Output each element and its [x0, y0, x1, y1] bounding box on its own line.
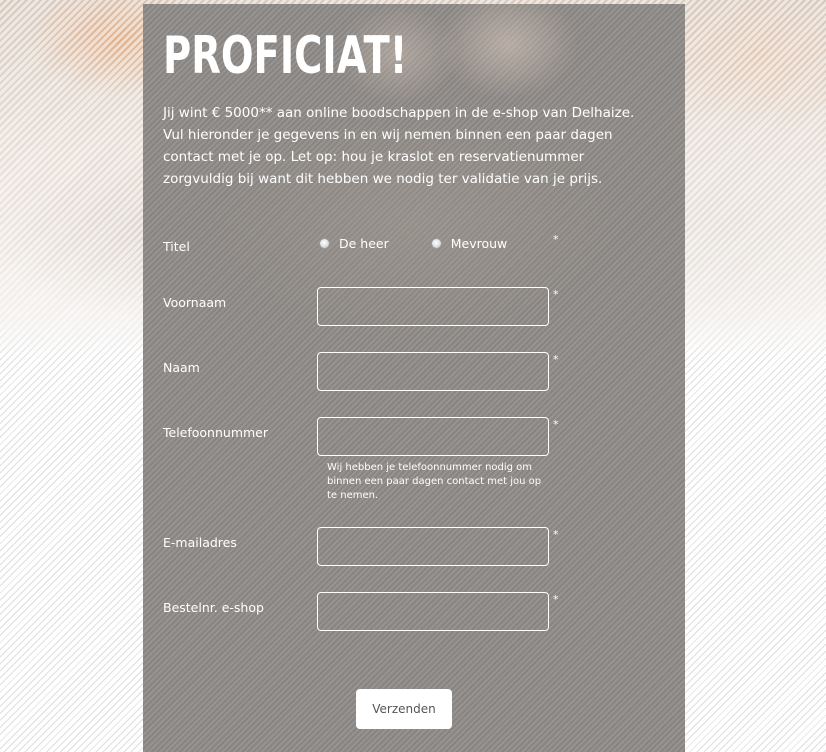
- radio-de-heer-button[interactable]: [319, 238, 330, 249]
- order-number-label: Bestelnr. e-shop: [163, 600, 264, 615]
- order-number-required-mark: *: [553, 593, 559, 606]
- email-label: E-mailadres: [163, 535, 237, 550]
- intro-text: Jij wint € 5000** aan online boodschappe…: [163, 105, 635, 187]
- title-required-mark: *: [553, 233, 559, 246]
- form-panel: PROFICIAT! Jij wint € 5000** aan online …: [143, 4, 685, 752]
- radio-mevrouw-label: Mevrouw: [450, 236, 508, 251]
- radio-mevrouw[interactable]: Mevrouw: [430, 236, 508, 251]
- title-label: Titel: [163, 239, 190, 254]
- email-input[interactable]: [317, 527, 549, 566]
- title-radio-group: De heer Mevrouw: [319, 236, 549, 251]
- lastname-input[interactable]: [317, 352, 549, 391]
- lastname-required-mark: *: [553, 353, 559, 366]
- radio-de-heer-label: De heer: [339, 236, 389, 251]
- firstname-input[interactable]: [317, 287, 549, 326]
- firstname-label: Voornaam: [163, 295, 227, 310]
- phone-input[interactable]: [317, 417, 549, 456]
- order-number-input[interactable]: [317, 592, 549, 631]
- radio-mevrouw-button[interactable]: [430, 238, 442, 249]
- submit-button[interactable]: Verzenden: [356, 689, 452, 729]
- email-required-mark: *: [553, 528, 559, 541]
- phone-required-mark: *: [553, 418, 559, 431]
- page-title: PROFICIAT!: [163, 26, 408, 86]
- firstname-required-mark: *: [553, 288, 559, 301]
- radio-de-heer[interactable]: De heer: [319, 236, 389, 251]
- phone-hint: Wij hebben je telefoonnummer nodig om bi…: [327, 462, 542, 501]
- phone-label: Telefoonnummer: [163, 425, 269, 440]
- lastname-label: Naam: [163, 360, 200, 375]
